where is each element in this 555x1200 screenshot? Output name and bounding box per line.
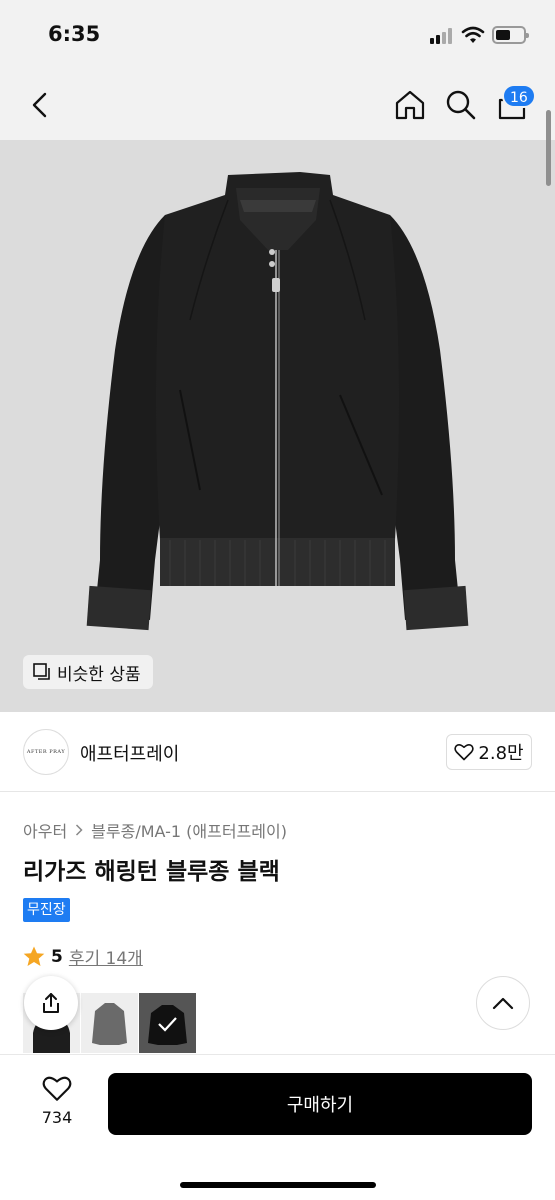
wifi-icon xyxy=(461,26,485,43)
heart-icon xyxy=(42,1076,72,1101)
home-icon[interactable] xyxy=(392,87,428,123)
color-option-selected[interactable] xyxy=(139,993,196,1053)
scroll-indicator[interactable] xyxy=(546,110,551,186)
brand-like-button[interactable]: 2.8만 xyxy=(446,734,532,770)
jacket-image xyxy=(86,172,469,631)
breadcrumb-item[interactable]: 아우터 xyxy=(23,818,67,842)
brand-name[interactable]: 애프터프레이 xyxy=(80,740,179,766)
status-bar: 6:35 xyxy=(0,0,555,70)
search-icon[interactable] xyxy=(443,87,479,123)
back-icon[interactable] xyxy=(22,87,58,123)
similar-products-label: 비슷한 상품 xyxy=(57,664,141,685)
breadcrumb-item[interactable]: 블루종/MA-1 (애프터프레이) xyxy=(91,818,287,842)
rating: 5 후기 14개 xyxy=(23,944,143,969)
color-option-gray[interactable] xyxy=(81,993,138,1053)
chevron-up-icon xyxy=(492,997,514,1010)
cart-badge: 16 xyxy=(502,84,536,108)
battery-icon xyxy=(492,26,529,44)
rating-score: 5 xyxy=(51,946,63,967)
star-icon xyxy=(23,946,45,966)
brand-row[interactable]: AFTER PRAY 애프터프레이 2.8만 xyxy=(0,712,555,792)
similar-icon xyxy=(33,663,50,680)
signal-icon xyxy=(430,28,456,44)
brand-like-count: 2.8만 xyxy=(478,743,524,764)
share-button[interactable] xyxy=(24,976,78,1030)
product-image[interactable]: 비슷한 상품 xyxy=(0,140,555,712)
bottom-bar: 734 구매하기 xyxy=(0,1054,555,1200)
brand-logo: AFTER PRAY xyxy=(23,729,69,775)
similar-products-button[interactable]: 비슷한 상품 xyxy=(23,655,153,689)
status-time: 6:35 xyxy=(48,22,101,46)
free-shipping-badge: 무진장 xyxy=(23,898,70,922)
breadcrumb: 아우터 블루종/MA-1 (애프터프레이) xyxy=(23,818,287,842)
home-indicator xyxy=(180,1182,376,1188)
chevron-right-icon xyxy=(76,824,83,836)
wishlist-count: 734 xyxy=(41,1108,73,1127)
share-icon xyxy=(43,993,59,1013)
scroll-top-button[interactable] xyxy=(476,976,530,1030)
wishlist-button[interactable]: 734 xyxy=(24,1075,90,1127)
nav-bar xyxy=(0,70,555,140)
product-title: 리가즈 해링턴 블루종 블랙 xyxy=(23,859,280,885)
buy-button[interactable]: 구매하기 xyxy=(108,1073,532,1135)
reviews-link[interactable]: 후기 14개 xyxy=(69,944,143,969)
heart-icon xyxy=(454,744,475,761)
